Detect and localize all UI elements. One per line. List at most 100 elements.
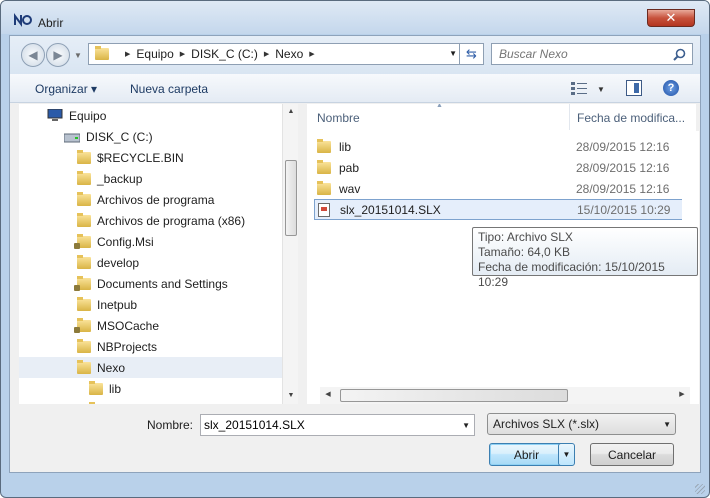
file-name: pab [339, 160, 360, 175]
cancel-button[interactable]: Cancelar [590, 443, 674, 466]
folder-icon [89, 380, 103, 395]
tree-item-archivos-de-programa[interactable]: Archivos de programa [77, 189, 214, 210]
list-scroll-thumb[interactable] [340, 389, 568, 402]
tree-item-label: Config.Msi [97, 234, 154, 249]
filename-label: Nombre: [147, 418, 194, 432]
new-folder-button[interactable]: Nueva carpeta [130, 82, 208, 96]
window-title: Abrir [38, 16, 64, 30]
folder-icon [77, 191, 91, 206]
filetype-select[interactable]: Archivos SLX (*.slx) ▼ [487, 413, 676, 435]
nexo-app-icon [14, 13, 32, 27]
navigation-tree: Equipo DISK_C (C:) $RECYCLE.BIN _backup … [19, 104, 282, 404]
filename-dropdown-icon[interactable]: ▼ [462, 421, 470, 430]
organize-menu-button[interactable]: Organizar ▾ [35, 82, 97, 96]
address-bar[interactable]: ▶ Equipo ▶ DISK_C (C:) ▶ Nexo ▶ ▼ [88, 43, 460, 65]
forward-button[interactable]: ▶ [46, 43, 70, 67]
tooltip-size: Tamaño: 64,0 KB [478, 245, 571, 259]
tree-item-label: Inetpub [97, 297, 138, 312]
search-box[interactable] [491, 43, 693, 65]
file-row[interactable]: wav 28/09/2015 12:16 [317, 179, 689, 198]
tree-item-disk-c[interactable]: DISK_C (C:) [64, 126, 153, 147]
view-dropdown-icon[interactable]: ▼ [597, 85, 605, 94]
address-dropdown-icon[interactable]: ▼ [449, 49, 457, 58]
scroll-down-icon[interactable]: ▼ [283, 392, 299, 399]
tree-item-label: lib [109, 381, 122, 396]
column-divider[interactable] [569, 104, 570, 130]
drive-icon [64, 133, 80, 142]
tree-item-lib[interactable]: lib [89, 378, 121, 399]
folder-icon [77, 359, 91, 374]
file-date: 28/09/2015 12:16 [576, 139, 670, 154]
tree-item-inetpub[interactable]: Inetpub [77, 294, 137, 315]
chevron-down-icon: ▼ [562, 450, 571, 459]
column-header-name[interactable]: Nombre [317, 111, 360, 125]
folder-icon [77, 212, 91, 227]
scroll-right-icon[interactable]: ▶ [674, 390, 690, 398]
list-horizontal-scrollbar[interactable]: ◀ ▶ [320, 387, 690, 404]
close-button[interactable]: ✕ [647, 9, 695, 27]
tooltip-type: Tipo: Archivo SLX [478, 230, 573, 244]
breadcrumb-item-disk-c[interactable]: DISK_C (C:) [191, 47, 258, 61]
tree-item-config-msi[interactable]: Config.Msi [74, 231, 154, 252]
tree-item-develop[interactable]: develop [77, 252, 139, 273]
folder-icon [317, 138, 331, 153]
breadcrumb-item-nexo[interactable]: Nexo [275, 47, 303, 61]
tree-item-label: develop [97, 255, 140, 270]
tree-item-equipo[interactable]: Equipo [47, 105, 106, 126]
open-button[interactable]: Abrir [489, 443, 564, 466]
folder-icon [77, 296, 91, 311]
help-icon[interactable]: ? [663, 80, 679, 96]
tree-scroll-thumb[interactable] [285, 160, 297, 236]
tree-item-label: Archivos de programa [97, 192, 215, 207]
back-button[interactable]: ◀ [21, 43, 45, 67]
breadcrumb-separator-icon: ▶ [125, 51, 131, 58]
filename-combo[interactable]: ▼ [200, 414, 475, 436]
file-date: 15/10/2015 10:29 [577, 202, 671, 217]
breadcrumb-item-equipo[interactable]: Equipo [136, 47, 173, 61]
tree-item-backup[interactable]: _backup [77, 168, 142, 189]
open-options-button[interactable]: ▼ [558, 443, 575, 466]
file-row[interactable]: pab 28/09/2015 12:16 [317, 158, 689, 177]
breadcrumb: ▶ Equipo ▶ DISK_C (C:) ▶ Nexo ▶ [119, 47, 321, 61]
file-date: 28/09/2015 12:16 [576, 160, 670, 175]
search-input[interactable] [492, 44, 672, 64]
view-options-icon[interactable] [571, 82, 587, 95]
filetype-value: Archivos SLX (*.slx) [493, 417, 600, 431]
history-dropdown-icon[interactable]: ▼ [74, 51, 82, 60]
resize-grip-icon[interactable] [695, 484, 705, 494]
locked-folder-icon [74, 233, 91, 249]
column-header-date[interactable]: Fecha de modifica... [577, 111, 685, 125]
folder-icon [77, 254, 91, 269]
tree-item-label: Archivos de programa (x86) [97, 213, 246, 228]
tree-item-recycle-bin[interactable]: $RECYCLE.BIN [77, 147, 184, 168]
file-name: slx_20151014.SLX [340, 202, 441, 217]
tree-item-label: NBProjects [97, 339, 158, 354]
scroll-left-icon[interactable]: ◀ [320, 390, 336, 398]
file-tooltip: Tipo: Archivo SLX Tamaño: 64,0 KB Fecha … [472, 227, 698, 289]
tree-item-label: DISK_C (C:) [86, 129, 153, 144]
sort-ascending-icon: ▲ [436, 104, 443, 109]
tree-item-label: $RECYCLE.BIN [97, 150, 184, 165]
tree-item-nbprojects[interactable]: NBProjects [77, 336, 157, 357]
file-row[interactable]: lib 28/09/2015 12:16 [317, 137, 689, 156]
tree-item-archivos-de-programa-x86[interactable]: Archivos de programa (x86) [77, 210, 245, 231]
computer-icon [47, 109, 63, 121]
refresh-button[interactable]: ⇆ [459, 43, 484, 65]
tree-item-nexo[interactable]: Nexo [19, 357, 282, 378]
folder-icon [317, 180, 331, 195]
scroll-up-icon[interactable]: ▲ [283, 108, 299, 115]
filename-input[interactable] [201, 415, 451, 435]
breadcrumb-separator-icon: ▶ [263, 51, 270, 58]
breadcrumb-separator-icon: ▶ [309, 51, 315, 58]
tree-item-label: Equipo [69, 108, 107, 123]
slx-file-icon [318, 202, 330, 217]
search-icon[interactable] [673, 48, 686, 61]
tree-item-documents-and-settings[interactable]: Documents and Settings [74, 273, 228, 294]
tree-item-msocache[interactable]: MSOCache [74, 315, 160, 336]
tree-scrollbar[interactable]: ▲ ▼ [282, 104, 298, 404]
preview-pane-icon[interactable] [626, 80, 642, 96]
file-row-selected[interactable]: slx_20151014.SLX 15/10/2015 10:29 [314, 199, 691, 220]
tree-item-label: Nexo [97, 360, 126, 375]
folder-icon [77, 338, 91, 353]
tree-item-label: MSOCache [97, 318, 160, 333]
